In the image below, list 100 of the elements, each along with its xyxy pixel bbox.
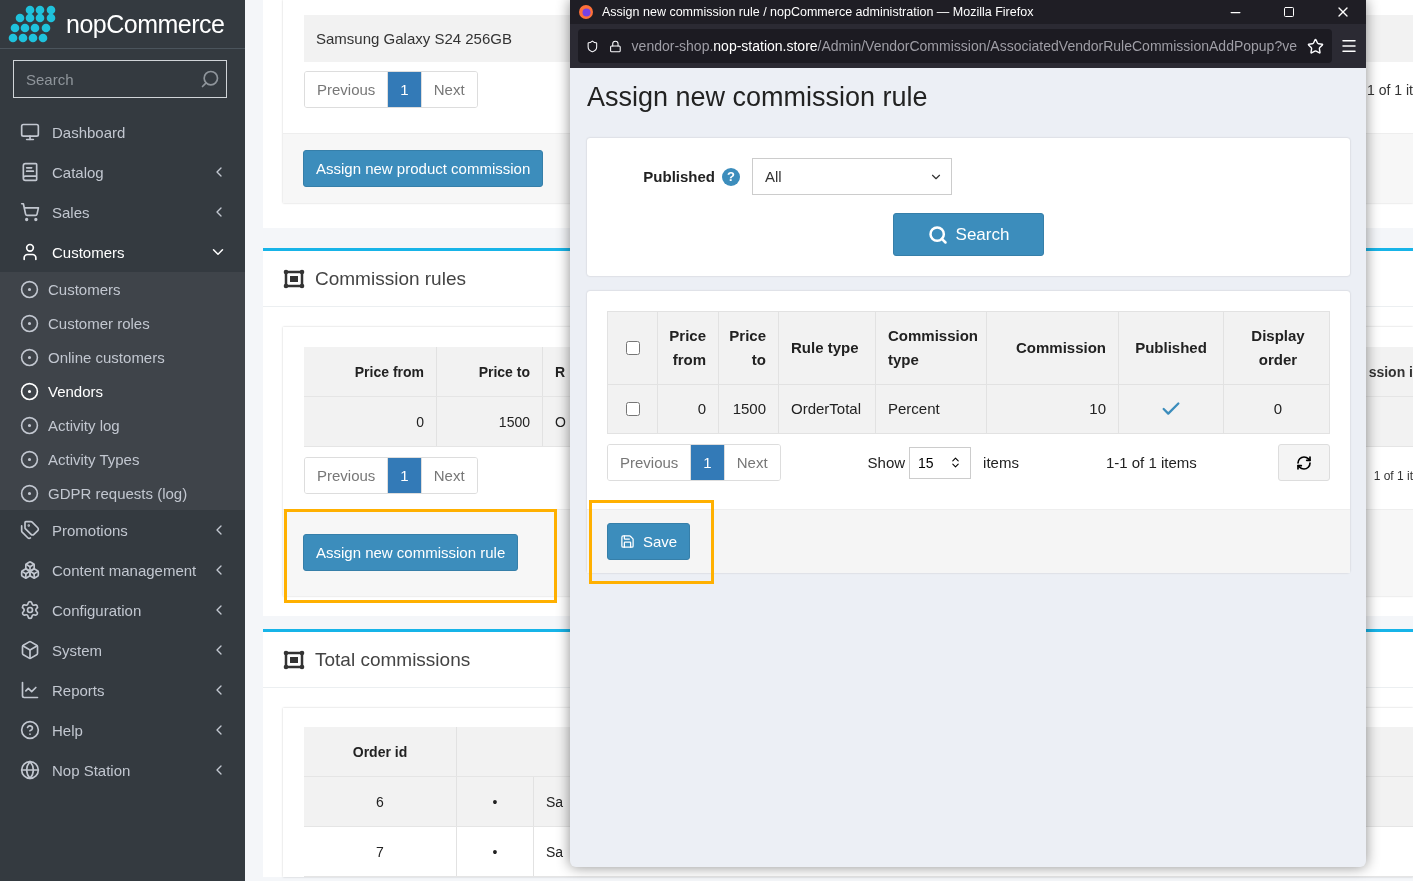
search-icon bbox=[927, 224, 948, 245]
table-cell: • bbox=[457, 777, 534, 826]
items-label: items bbox=[983, 454, 1019, 471]
nav-icon bbox=[20, 680, 40, 700]
column-header: Price to bbox=[719, 312, 779, 384]
nav-icon bbox=[20, 760, 40, 780]
column-header: Price from bbox=[304, 347, 437, 396]
table-cell-text: Sa bbox=[545, 792, 565, 812]
page-link[interactable]: 1 bbox=[387, 458, 421, 493]
address-bar[interactable]: vendor-shop.nop-station.store/Admin/VendorCommission/AssociatedVendorRuleCommissionAddPopup?ve bbox=[578, 29, 1332, 63]
items-summary: 1-1 of 1 items bbox=[1105, 454, 1197, 471]
logo-text: nopCommerce bbox=[66, 9, 225, 39]
nav-subitem[interactable]: Activity Types bbox=[0, 442, 245, 476]
assign-button[interactable]: Assign new product commission bbox=[303, 150, 544, 187]
next-link[interactable]: Next bbox=[420, 458, 477, 493]
table-cell: 0 bbox=[304, 397, 437, 446]
column-header: Commission bbox=[987, 312, 1119, 384]
nav-item[interactable]: System bbox=[0, 630, 245, 670]
search-button[interactable]: Search bbox=[892, 213, 1045, 256]
nav-subitem[interactable]: Customers bbox=[0, 272, 245, 306]
circle-icon bbox=[20, 415, 39, 435]
nav-item[interactable]: Catalog bbox=[0, 152, 245, 192]
menu-icon[interactable] bbox=[1340, 37, 1358, 55]
column-header: Price to bbox=[437, 347, 543, 396]
table-cell: 0 bbox=[658, 385, 719, 433]
frame-icon bbox=[283, 649, 305, 670]
nav-icon bbox=[20, 720, 40, 740]
table-cell: Percent bbox=[876, 385, 987, 433]
nav-subitem[interactable]: Online customers bbox=[0, 340, 245, 374]
refresh-icon bbox=[1296, 454, 1312, 471]
nav-subitem[interactable]: Customer roles bbox=[0, 306, 245, 340]
circle-icon bbox=[20, 449, 39, 469]
table-cell-text: 0 bbox=[1272, 399, 1284, 419]
nav-subitem[interactable]: GDPR requests (log) bbox=[0, 476, 245, 510]
maximize-icon[interactable] bbox=[1283, 6, 1295, 18]
table-cell: • bbox=[457, 827, 534, 876]
checkbox[interactable] bbox=[625, 341, 640, 355]
column-header: Display order bbox=[1250, 326, 1306, 370]
items-summary: 1 of 1 it bbox=[1367, 81, 1413, 98]
column-header: ssion i bbox=[1368, 363, 1413, 380]
table-cell-text: O bbox=[554, 412, 567, 432]
save-icon bbox=[620, 534, 635, 549]
shield-icon bbox=[586, 37, 599, 55]
browser-logo-icon bbox=[578, 4, 594, 20]
nav-icon bbox=[20, 242, 40, 262]
items-summary: 1 of 1 it bbox=[1373, 468, 1413, 483]
window-title: Assign new commission rule / nopCommerce administration — Mozilla Firefox bbox=[602, 5, 1035, 19]
nav-icon bbox=[20, 520, 40, 540]
refresh-button[interactable] bbox=[1278, 444, 1330, 481]
nav-item[interactable]: Content management bbox=[0, 550, 245, 590]
show-label: Show bbox=[867, 454, 906, 471]
next-link[interactable]: Next bbox=[420, 72, 477, 107]
table-cell: 6 bbox=[304, 777, 457, 826]
nav-icon bbox=[20, 122, 40, 142]
search-icon bbox=[200, 69, 220, 89]
page-size-select[interactable]: 15 bbox=[909, 446, 972, 479]
page-link[interactable]: 1 bbox=[690, 445, 724, 480]
column-header: Published bbox=[1119, 312, 1224, 384]
column-header: Price from bbox=[658, 312, 719, 384]
page-heading: Assign new commission rule bbox=[587, 82, 929, 113]
nav-item[interactable]: Sales bbox=[0, 192, 245, 232]
save-button[interactable]: Save bbox=[607, 523, 691, 560]
nav-icon bbox=[20, 202, 40, 222]
card-title: Commission rules bbox=[315, 267, 466, 290]
table-cell: OrderTotal bbox=[779, 385, 876, 433]
nav-icon bbox=[20, 162, 40, 182]
table-cell-text: Samsung Galaxy S24 256GB bbox=[315, 30, 512, 47]
help-icon[interactable]: ? bbox=[722, 167, 740, 186]
nav-item[interactable]: Help bbox=[0, 710, 245, 750]
nav-icon bbox=[20, 600, 40, 620]
table-cell-text: Sa bbox=[545, 842, 565, 862]
nav-item[interactable]: Promotions bbox=[0, 510, 245, 550]
assign-button[interactable]: Assign new commission rule bbox=[303, 534, 519, 571]
table-cell: 1500 bbox=[719, 385, 779, 433]
column-header: Commission type bbox=[876, 312, 987, 384]
circle-icon bbox=[20, 279, 39, 299]
search-field[interactable]: Search bbox=[13, 60, 227, 98]
star-icon[interactable] bbox=[1307, 37, 1324, 55]
nav-icon bbox=[20, 560, 40, 580]
page-link[interactable]: 1 bbox=[387, 72, 421, 107]
checkbox[interactable] bbox=[625, 402, 640, 416]
nav-item[interactable]: Nop Station bbox=[0, 750, 245, 790]
column-header: Order id bbox=[304, 727, 457, 776]
nav-subitem[interactable]: Activity log bbox=[0, 408, 245, 442]
card-title: Total commissions bbox=[315, 648, 471, 671]
field-label: Published bbox=[643, 168, 715, 185]
published-select[interactable]: All bbox=[752, 158, 952, 195]
nav-item[interactable]: Customers bbox=[0, 232, 245, 272]
table-cell: 7 bbox=[304, 827, 457, 876]
table-cell: 1500 bbox=[437, 397, 543, 446]
nav-item[interactable]: Configuration bbox=[0, 590, 245, 630]
circle-icon bbox=[20, 347, 39, 367]
nav-item[interactable]: Reports bbox=[0, 670, 245, 710]
frame-icon bbox=[283, 268, 305, 289]
nav-item[interactable]: Dashboard bbox=[0, 112, 245, 152]
circle-icon bbox=[20, 381, 39, 401]
circle-icon bbox=[20, 483, 39, 503]
table-cell: 10 bbox=[987, 385, 1119, 433]
nav-subitem[interactable]: Vendors bbox=[0, 374, 245, 408]
next-link[interactable]: Next bbox=[723, 445, 780, 480]
